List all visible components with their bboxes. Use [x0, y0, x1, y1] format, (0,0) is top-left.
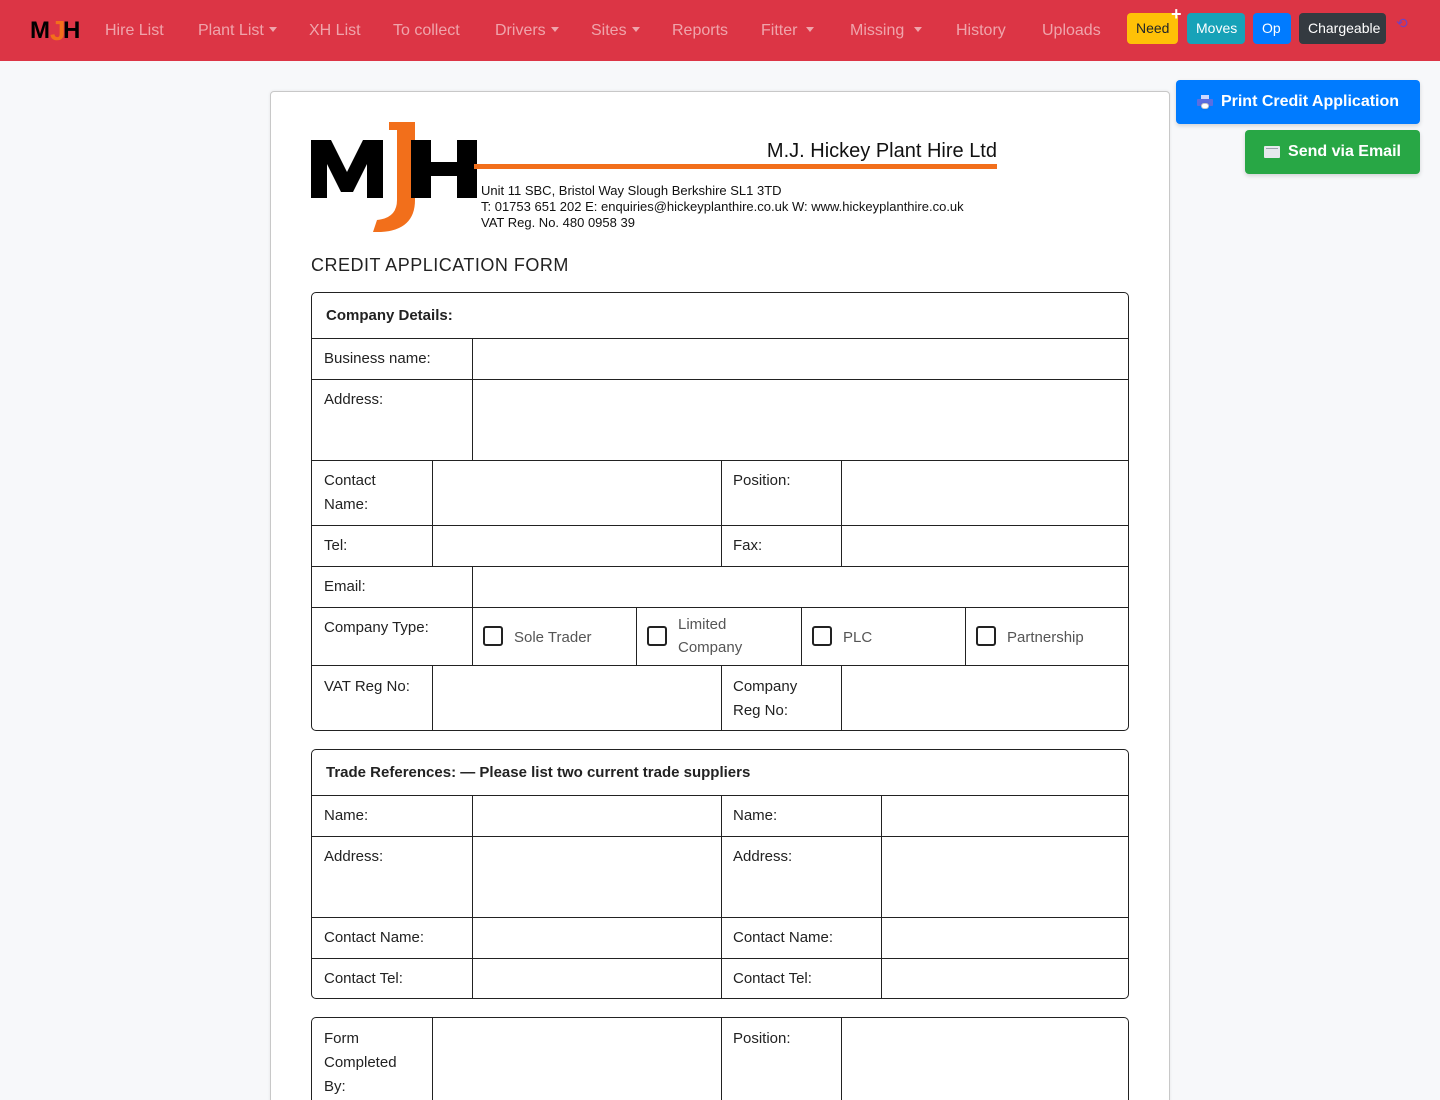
chevron-down-icon: [806, 27, 815, 33]
trade-1-contact-name-label: Contact Name:: [324, 929, 425, 946]
plc-label: PLC: [843, 629, 873, 646]
printer-icon: [1196, 95, 1213, 109]
nav-fitter[interactable]: Fitter: [761, 0, 815, 61]
trade-1-address-label: Address:: [324, 848, 384, 865]
partnership-checkbox[interactable]: [976, 626, 996, 646]
trade-2-contact-tel-label: Contact Tel:: [733, 970, 812, 987]
moves-button[interactable]: Moves: [1187, 13, 1245, 44]
vat-reg-label: VAT Reg No:: [324, 678, 410, 695]
company-vat: VAT Reg. No. 480 0958 39: [481, 215, 635, 230]
nav-sites[interactable]: Sites: [591, 0, 640, 61]
trade-2-name-label: Name:: [733, 807, 778, 824]
mjh-logo: [311, 122, 477, 232]
chevron-down-icon: [550, 27, 559, 33]
company-details-header: Company Details:: [326, 307, 453, 324]
nav-to-collect[interactable]: To collect: [393, 0, 460, 61]
position-label: Position:: [733, 472, 791, 489]
chevron-down-icon: [631, 27, 640, 33]
company-reg-label: Company Reg No:: [733, 678, 798, 719]
partnership-label: Partnership: [1007, 629, 1084, 646]
limited-company-label: Limited Company: [678, 616, 743, 656]
nav-missing[interactable]: Missing: [850, 0, 923, 61]
refresh-icon[interactable]: ⟲: [1396, 15, 1408, 32]
business-name-label: Business name:: [324, 350, 431, 367]
form-completed-section: Form Completed By: Position:: [311, 1017, 1129, 1100]
nav-history[interactable]: History: [956, 0, 1006, 61]
nav-reports[interactable]: Reports: [672, 0, 728, 61]
form-title: CREDIT APPLICATION FORM: [311, 255, 569, 275]
contact-name-label: Contact Name:: [324, 472, 376, 513]
email-button-label: Send via Email: [1288, 143, 1401, 160]
email-label: Email:: [324, 578, 366, 595]
form-completed-by-label: Form Completed By:: [324, 1030, 397, 1095]
address-label: Address:: [324, 391, 384, 408]
plus-icon[interactable]: +: [1171, 5, 1182, 23]
letterhead-rule: [474, 164, 997, 169]
nav-drivers[interactable]: Drivers: [495, 0, 559, 61]
trade-1-name-label: Name:: [324, 807, 369, 824]
trade-references-section: Trade References: — Please list two curr…: [311, 749, 1129, 999]
trade-references-header: Trade References: — Please list two curr…: [326, 764, 751, 781]
company-contact: T: 01753 651 202 E: enquiries@hickeyplan…: [481, 199, 964, 214]
company-type-label: Company Type:: [324, 619, 429, 636]
print-button-label: Print Credit Application: [1220, 93, 1400, 110]
svg-text:H: H: [63, 17, 80, 44]
trade-1-contact-tel-label: Contact Tel:: [324, 970, 403, 987]
sole-trader-checkbox[interactable]: [483, 626, 503, 646]
sole-trader-label: Sole Trader: [514, 629, 592, 646]
brand-logo[interactable]: M J H: [30, 14, 84, 48]
print-credit-application-button[interactable]: Print Credit Application: [1176, 80, 1420, 124]
chevron-down-icon: [268, 27, 277, 33]
fax-label: Fax:: [733, 537, 763, 554]
envelope-icon: [1264, 146, 1281, 158]
tel-label: Tel:: [324, 537, 348, 554]
trade-2-contact-name-label: Contact Name:: [733, 929, 834, 946]
send-via-email-button[interactable]: Send via Email: [1245, 130, 1420, 174]
trade-2-address-label: Address:: [733, 848, 793, 865]
svg-text:M: M: [30, 17, 50, 44]
op-button[interactable]: Op: [1253, 13, 1291, 44]
company-details-section: Company Details: Business name: Address:…: [311, 292, 1129, 731]
company-address: Unit 11 SBC, Bristol Way Slough Berkshir…: [481, 183, 782, 198]
plc-checkbox[interactable]: [812, 626, 832, 646]
limited-company-checkbox[interactable]: [647, 626, 667, 646]
nav-xh-list[interactable]: XH List: [309, 0, 361, 61]
nav-plant-list[interactable]: Plant List: [198, 0, 277, 61]
chargeable-button[interactable]: Chargeable: [1299, 13, 1386, 44]
top-navbar: M J H Hire List Plant List XH List To co…: [0, 0, 1440, 61]
company-name: M.J. Hickey Plant Hire Ltd: [766, 140, 997, 162]
nav-uploads[interactable]: Uploads: [1042, 0, 1101, 61]
completed-position-label: Position:: [733, 1030, 791, 1047]
chevron-down-icon: [914, 27, 923, 33]
nav-hire-list[interactable]: Hire List: [105, 0, 164, 61]
